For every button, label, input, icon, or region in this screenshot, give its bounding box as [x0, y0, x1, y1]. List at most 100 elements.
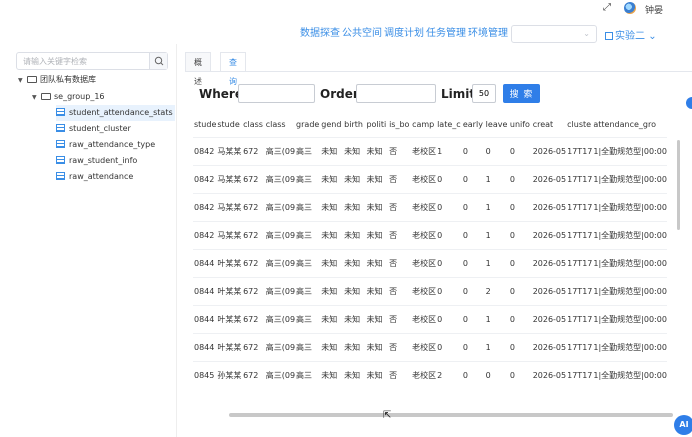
pane-splitter[interactable]: [176, 44, 177, 437]
table-cell: 2026-05: [532, 342, 567, 352]
column-header[interactable]: camp: [411, 112, 436, 137]
column-header[interactable]: gend: [320, 112, 343, 137]
table-cell: 0: [462, 286, 468, 296]
vertical-scrollbar[interactable]: [677, 140, 680, 230]
table-cell: 高三: [296, 174, 313, 184]
folder-icon: [27, 76, 37, 83]
column-header[interactable]: unifo: [509, 112, 532, 137]
table-cell: 0842: [194, 202, 215, 212]
where-label: Where: [199, 87, 243, 101]
table-cell: 否: [389, 174, 398, 184]
column-header[interactable]: stude: [216, 112, 242, 137]
table-cell: 2026-05: [532, 370, 567, 380]
tree-table-raw-attendance[interactable]: raw_attendance: [56, 169, 133, 185]
table-cell: 老校区: [412, 314, 437, 324]
table-cell: 0: [437, 174, 443, 184]
table-cell: 2026-05: [532, 230, 567, 240]
nav-data-explore[interactable]: 数据探查: [300, 26, 340, 42]
sidebar-search-input[interactable]: [17, 53, 149, 69]
nav-public-space[interactable]: 公共空间: [342, 26, 382, 42]
table-cell: 2026-05: [532, 146, 567, 156]
table-cell: 0: [462, 258, 468, 268]
where-input[interactable]: [238, 84, 315, 103]
nav-env-manage[interactable]: 环境管理: [468, 26, 508, 42]
table-cell: 672: [243, 202, 259, 212]
tree-table-raw-student-info[interactable]: raw_student_info: [56, 153, 137, 169]
search-query-button[interactable]: 搜 索: [503, 84, 540, 103]
table-row[interactable]: 0845 孙某某 672 高三(09 高三 未知 未知 未知否老校区 2 0 0 0 2026-05 17…: [193, 361, 667, 389]
limit-label: Limit: [441, 87, 476, 101]
table-row[interactable]: 0844 叶某某 672 高三(09 高三 未知 未知 未知否老校区 0 0 1 0 2026-05 17…: [193, 305, 667, 333]
table-cell: 老校区: [412, 202, 437, 212]
tree-table-student-cluster[interactable]: student_cluster: [56, 121, 131, 137]
tab-overview[interactable]: 概述: [185, 52, 211, 86]
table-cell: 0: [509, 146, 515, 156]
table-cell: 1|全勤规范型|00:00: [593, 370, 667, 380]
sidebar-search: [16, 52, 168, 70]
table-cell: 672: [243, 146, 259, 156]
table-cell: 2: [485, 286, 491, 296]
chevron-down-icon: ⌄: [583, 29, 590, 38]
chevron-down-icon: ⌄: [648, 31, 657, 42]
table-row[interactable]: 0844 叶某某 672 高三(09 高三 未知 未知 未知否老校区 0 0 2 0 2026-05 17…: [193, 277, 667, 305]
table-cell: 未知: [366, 230, 383, 240]
table-row[interactable]: 0844 叶某某 672 高三(09 高三 未知 未知 未知否老校区 0 0 1 0 2026-05 17…: [193, 249, 667, 277]
tree-table-student-attendance-stats[interactable]: student_attendance_stats: [56, 105, 175, 121]
tree-node-label: raw_attendance: [69, 172, 134, 181]
table-cell: 未知: [321, 202, 338, 212]
table-cell: 叶某某: [217, 314, 242, 324]
column-header[interactable]: is_bo: [388, 112, 411, 137]
table-cell: 1: [485, 342, 491, 352]
search-icon: [154, 56, 164, 66]
column-header[interactable]: creat: [532, 112, 566, 137]
column-header[interactable]: politi: [365, 112, 388, 137]
tree-table-raw-attendance-type[interactable]: raw_attendance_type: [56, 137, 155, 153]
table-row[interactable]: 0842 马某某 672 高三(09 高三 未知 未知 未知否老校区 1 0 0 0 2026-05 17…: [193, 137, 667, 165]
table-cell: 高三(09: [265, 370, 296, 380]
ai-assistant-button[interactable]: AI: [674, 415, 692, 435]
column-header[interactable]: late_c: [436, 112, 462, 137]
column-header[interactable]: cluste: [566, 112, 592, 137]
table-row[interactable]: 0842 马某某 672 高三(09 高三 未知 未知 未知否老校区 0 0 1 0 2026-05 17…: [193, 193, 667, 221]
table-cell: 高三(09: [265, 230, 296, 240]
table-cell: 17T17: [567, 370, 593, 380]
project-select[interactable]: ⌄: [511, 25, 597, 43]
fullscreen-icon[interactable]: ⤢: [603, 3, 613, 13]
user-name[interactable]: 钟晏: [645, 3, 663, 16]
column-header[interactable]: grade: [295, 112, 320, 137]
column-header[interactable]: stude: [193, 112, 216, 137]
table-row[interactable]: 0842 马某某 672 高三(09 高三 未知 未知 未知否老校区 0 0 1 0 2026-05 17…: [193, 221, 667, 249]
column-header[interactable]: class: [265, 112, 295, 137]
column-header[interactable]: class: [242, 112, 265, 137]
table-cell: 高三(09: [265, 146, 296, 156]
table-cell: 0: [509, 314, 515, 324]
horizontal-scrollbar[interactable]: [229, 413, 673, 417]
table-cell: 高三(09: [265, 314, 296, 324]
tree-node-root[interactable]: ▼ 团队私有数据库: [18, 72, 96, 88]
tree-node-group[interactable]: ▼ se_group_16: [32, 89, 105, 105]
table-icon: [56, 124, 65, 132]
search-button[interactable]: [149, 53, 167, 69]
order-input[interactable]: [356, 84, 436, 103]
table-cell: 672: [243, 314, 259, 324]
side-panel-handle[interactable]: [686, 97, 692, 109]
table-cell: 1: [485, 314, 491, 324]
experiment-icon: [605, 32, 613, 40]
column-header[interactable]: birth: [343, 112, 365, 137]
avatar[interactable]: [624, 2, 636, 14]
table-icon: [56, 172, 65, 180]
table-cell: 2026-05: [532, 286, 567, 296]
limit-input[interactable]: [472, 84, 496, 103]
table-row[interactable]: 0844 叶某某 672 高三(09 高三 未知 未知 未知否老校区 0 0 1 0 2026-05 17…: [193, 333, 667, 361]
nav-schedule-plan[interactable]: 调度计划: [384, 26, 424, 42]
table-cell: 1: [485, 230, 491, 240]
column-header[interactable]: attendance_gro: [592, 112, 667, 137]
table-cell: 否: [389, 258, 398, 268]
tab-query[interactable]: 查询: [220, 52, 246, 86]
table-row[interactable]: 0842 马某某 672 高三(09 高三 未知 未知 未知否老校区 0 0 1 0 2026-05 17…: [193, 165, 667, 193]
table-cell: 1|全勤规范型|00:00: [593, 174, 667, 184]
experiment-switcher[interactable]: 实验二 ⌄: [605, 27, 657, 42]
column-header[interactable]: early: [462, 112, 485, 137]
column-header[interactable]: leave: [485, 112, 509, 137]
nav-task-manage[interactable]: 任务管理: [426, 26, 466, 42]
